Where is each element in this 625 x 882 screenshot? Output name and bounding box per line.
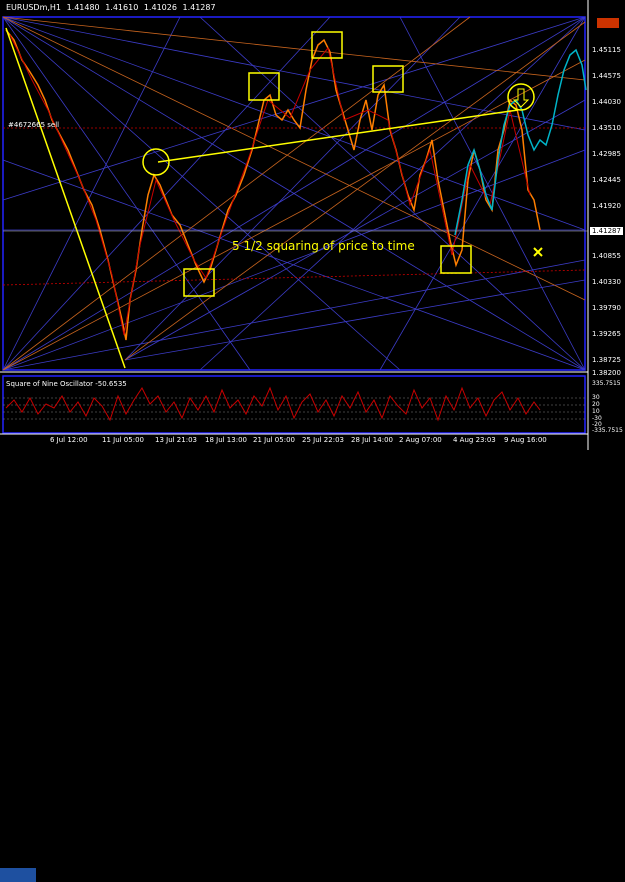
osc-scale-label: 10 — [592, 408, 600, 415]
price-label: 1.44030 — [592, 98, 621, 106]
time-label: 28 Jul 14:00 — [351, 436, 393, 444]
symbol-label: EURUSDm,H1 — [6, 3, 62, 12]
price-label: 1.44575 — [592, 72, 621, 80]
time-axis[interactable]: 6 Jul 12:00 11 Jul 05:00 13 Jul 21:03 18… — [0, 434, 588, 882]
chart-window[interactable]: EURUSDm,H1 1.41480 1.41610 1.41026 1.412… — [0, 0, 625, 882]
open-price: 1.41480 — [66, 3, 100, 12]
price-label: 1.38725 — [592, 356, 621, 364]
price-label: 1.42985 — [592, 150, 621, 158]
high-price: 1.41610 — [105, 3, 139, 12]
time-label: 6 Jul 12:00 — [50, 436, 88, 444]
price-candles — [5, 29, 541, 341]
gann-fan-lines — [2, 16, 586, 371]
time-label: 25 Jul 22:03 — [302, 436, 344, 444]
price-candles-down — [9, 34, 531, 336]
time-label: 18 Jul 13:00 — [205, 436, 247, 444]
price-label: 1.43510 — [592, 124, 621, 132]
pivot-circle-right — [507, 83, 535, 111]
time-label: 13 Jul 21:03 — [155, 436, 197, 444]
price-label: 1.40855 — [592, 252, 621, 260]
time-label: 11 Jul 05:00 — [102, 436, 144, 444]
time-label: 9 Aug 16:00 — [504, 436, 547, 444]
osc-scale-label: 335.7515 — [592, 380, 621, 387]
price-label: 1.38200 — [592, 369, 621, 377]
osc-scale-label: 20 — [592, 401, 600, 408]
oscillator-label: Square of Nine Oscillator -50.6535 — [6, 380, 127, 388]
low-price: 1.41026 — [143, 3, 177, 12]
pivot-boxes — [183, 31, 472, 297]
current-price-label: 1.41287 — [590, 227, 623, 235]
oscillator-chart — [3, 386, 585, 422]
chart-header: EURUSDm,H1 1.41480 1.41610 1.41026 1.412… — [6, 3, 219, 12]
price-label: 1.41920 — [592, 202, 621, 210]
osc-scale-label: 30 — [592, 394, 600, 401]
price-label: 1.42445 — [592, 176, 621, 184]
price-label: 1.40330 — [592, 278, 621, 286]
price-label: 1.45115 — [592, 46, 621, 54]
annotation-squaring: 5 1/2 squaring of price to time — [232, 239, 415, 253]
osc-scale-label: -335.7515 — [592, 427, 623, 434]
corner-badge — [0, 868, 36, 882]
time-label: 21 Jul 05:00 — [253, 436, 295, 444]
target-x-icon — [533, 247, 543, 257]
time-label: 2 Aug 07:00 — [399, 436, 442, 444]
time-label: 4 Aug 23:03 — [453, 436, 496, 444]
price-label: 1.39265 — [592, 330, 621, 338]
close-price: 1.41287 — [182, 3, 216, 12]
annotation-level: #4672665 sell — [8, 121, 60, 129]
price-label: 1.39790 — [592, 304, 621, 312]
